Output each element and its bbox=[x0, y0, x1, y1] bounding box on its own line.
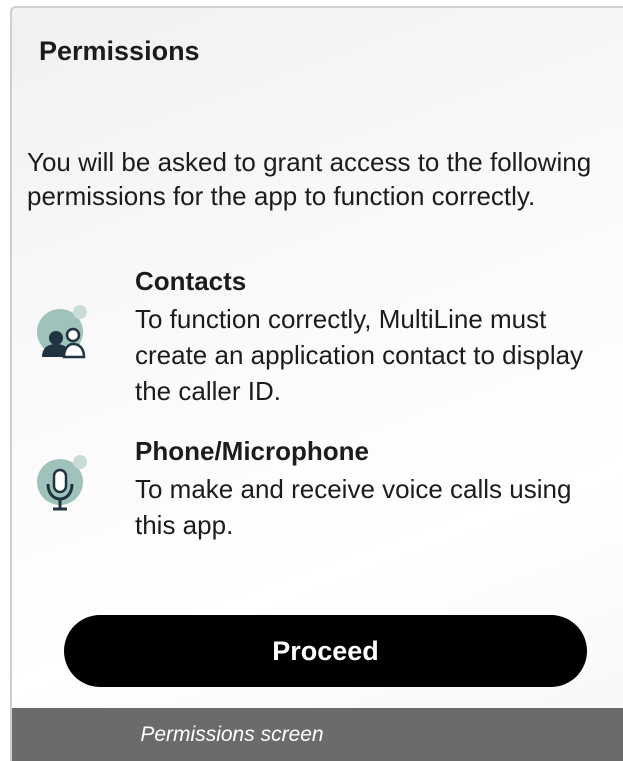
permission-description: To make and receive voice calls using th… bbox=[135, 474, 572, 540]
microphone-icon bbox=[37, 455, 87, 511]
proceed-button[interactable]: Proceed bbox=[64, 615, 587, 687]
contacts-icon bbox=[37, 305, 87, 359]
intro-text: You will be asked to grant access to the… bbox=[27, 147, 592, 211]
permission-description: To function correctly, MultiLine must cr… bbox=[135, 304, 584, 406]
screen-caption: Permissions screen bbox=[140, 723, 324, 746]
permission-title: Contacts bbox=[135, 266, 247, 296]
page-title: Permissions bbox=[39, 36, 200, 66]
permissions-screen: Permissions You will be asked to grant a… bbox=[10, 6, 623, 761]
caption-bar: Permissions screen bbox=[12, 708, 623, 761]
permission-title: Phone/Microphone bbox=[135, 436, 369, 466]
